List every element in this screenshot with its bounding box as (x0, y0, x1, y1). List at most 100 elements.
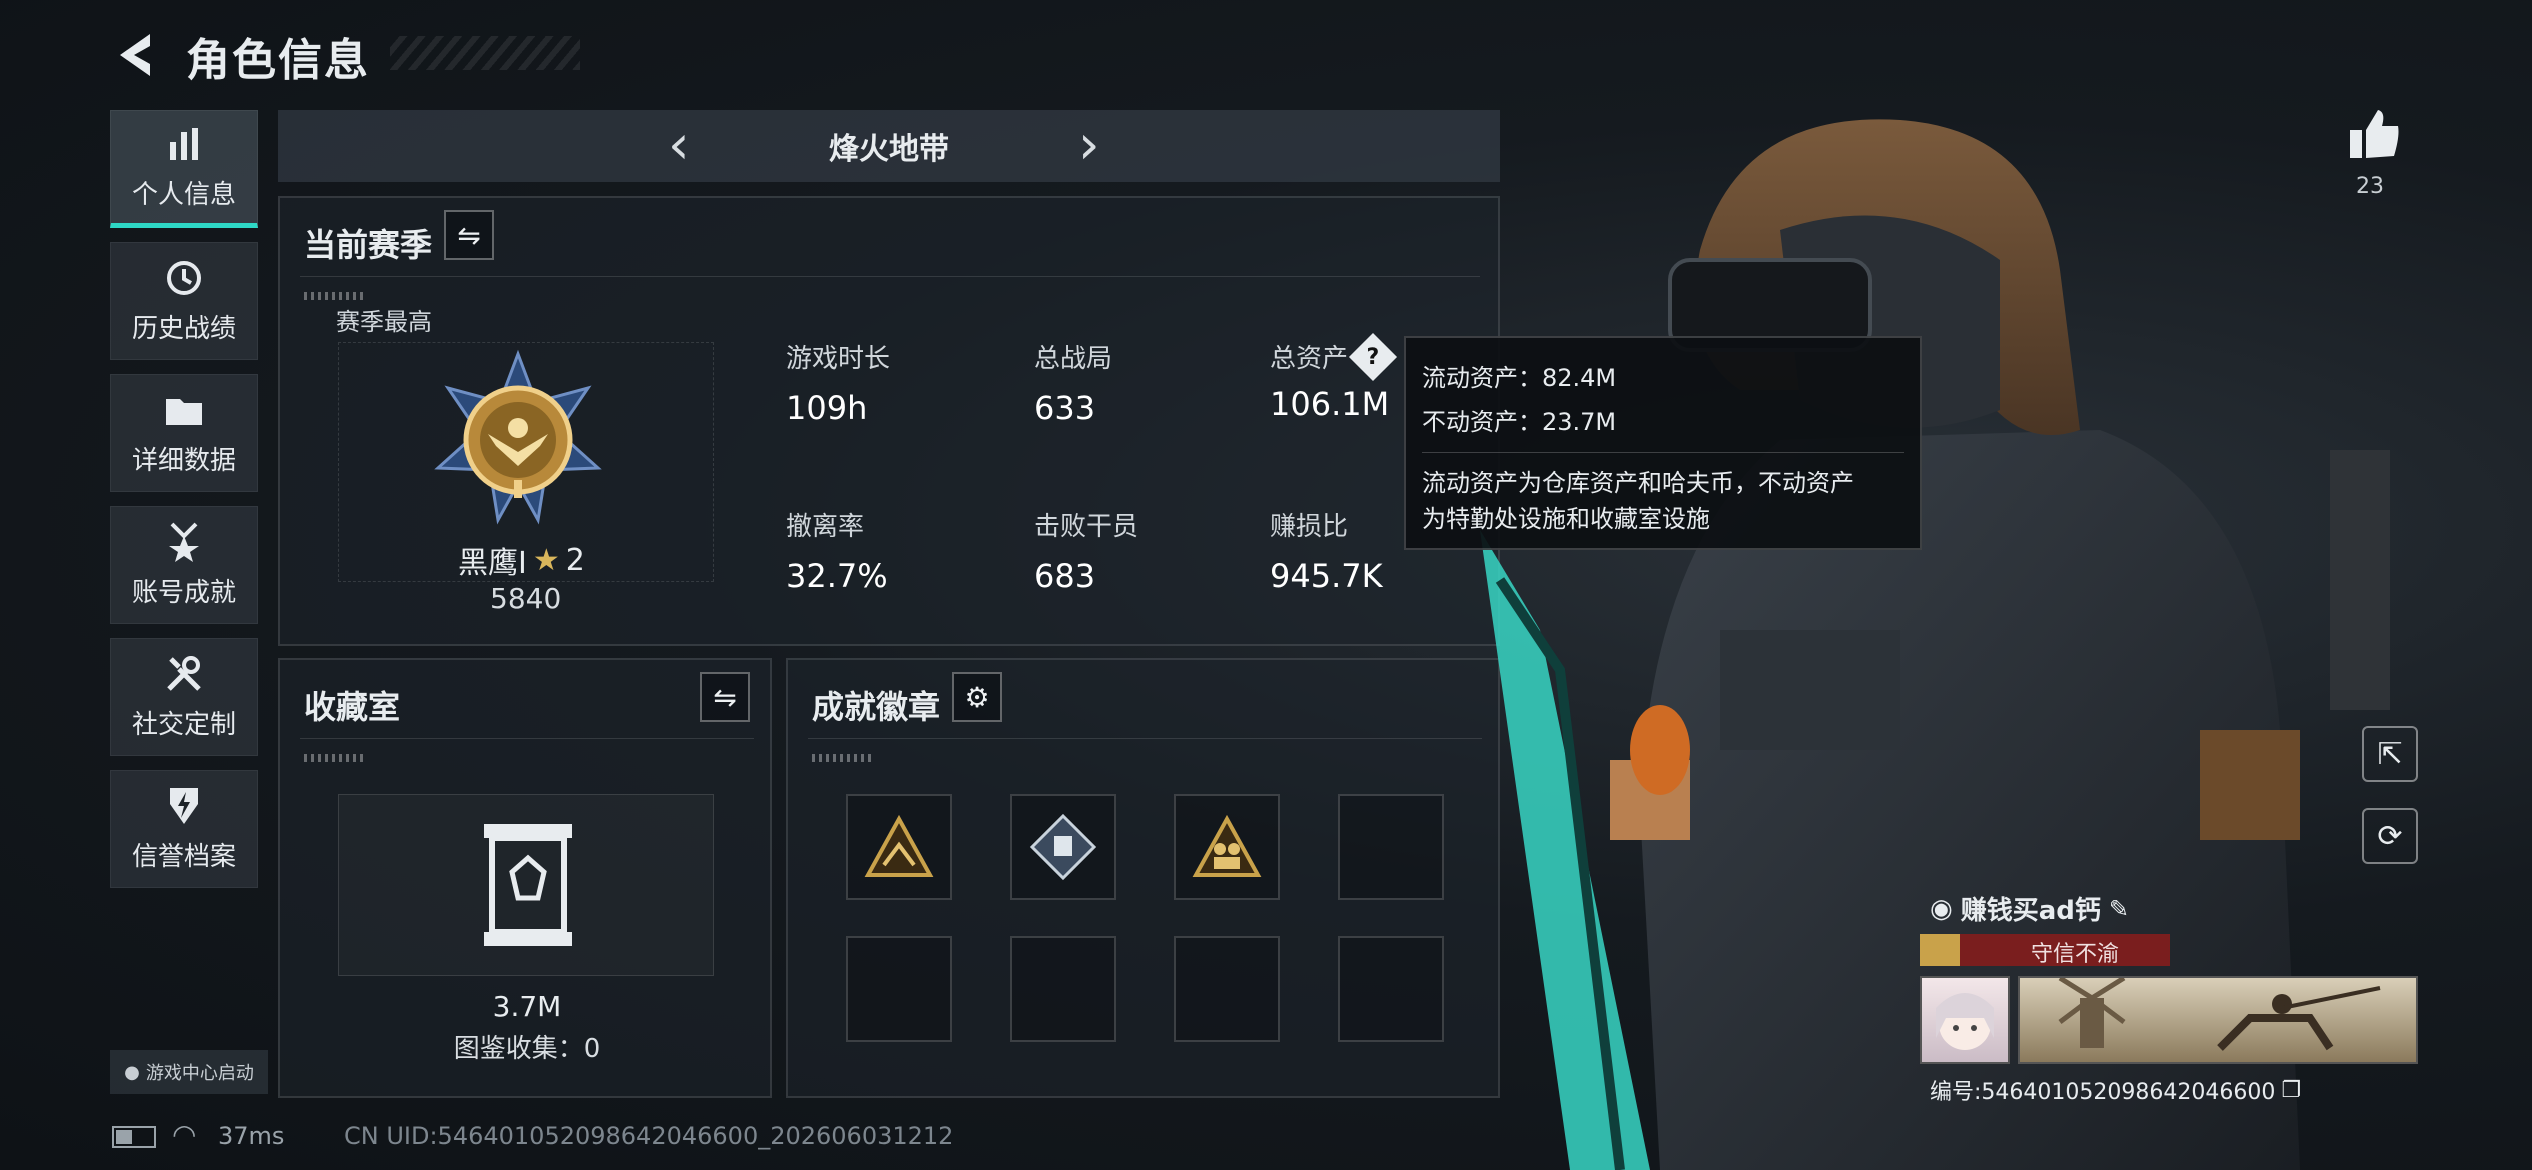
ping-value: 37ms (218, 1122, 285, 1150)
tooltip-description-line2: 为特勤处设施和收藏室设施 (1422, 505, 1710, 533)
help-icon[interactable]: ? (1348, 332, 1398, 381)
stat-total-matches: 总战局 633 (1034, 338, 1112, 427)
diamond-device-badge-icon (1029, 813, 1097, 881)
badge-slot-empty[interactable] (1174, 936, 1280, 1042)
rank-score: 5840 (490, 582, 562, 615)
sidebar-item-label: 历史战绩 (131, 313, 236, 344)
sidebar-item-label: 社交定制 (131, 709, 236, 740)
copy-icon[interactable]: ❐ (2281, 1078, 2301, 1103)
reputation-badge: 守信不渝 (1920, 934, 2170, 967)
stat-profit-loss-ratio: 赚损比 945.7K (1270, 506, 1383, 595)
stat-label: 总资产 (1270, 344, 1349, 374)
uid-text: CN UID:546401052098642046600_20260603121… (344, 1122, 954, 1150)
refresh-icon: ⟳ (2377, 818, 2403, 854)
star-icon: ★ (532, 542, 560, 578)
sidebar-item-detailed-data[interactable]: 详细数据 (110, 374, 258, 492)
dots-decoration (304, 292, 364, 300)
badges-title: 成就徽章 (812, 688, 941, 726)
display-case-icon (484, 824, 572, 946)
collection-value: 3.7M (492, 990, 562, 1023)
bar-chart-icon (164, 124, 204, 164)
badge-slot-empty[interactable] (1338, 936, 1444, 1042)
sidebar-item-label: 个人信息 (131, 179, 236, 210)
chevron-left-icon[interactable]: ‹ (668, 118, 690, 172)
badge-slot[interactable] (1174, 794, 1280, 900)
gear-icon: ⚙ (964, 680, 990, 714)
rank-name: 黑鹰I (458, 546, 527, 581)
divider (808, 738, 1482, 739)
sidebar-item-history[interactable]: 历史战绩 (110, 242, 258, 360)
dots-decoration (812, 754, 872, 762)
badge-slot[interactable] (1010, 794, 1116, 900)
page-title: 角色信息 (186, 35, 370, 86)
season-best-label: 赛季最高 (336, 308, 432, 336)
sidebar-item-label: 详细数据 (131, 445, 236, 476)
share-icon: ⇱ (2377, 736, 2403, 772)
badge-slot[interactable] (846, 794, 952, 900)
dots-decoration (304, 754, 364, 762)
badge-slot-empty[interactable] (1338, 794, 1444, 900)
user-icon: ● (124, 1061, 140, 1083)
collection-panel: 收藏室 ⇋ 3.7M 图鉴收集：0 (278, 658, 772, 1098)
player-banner[interactable] (2018, 975, 2418, 1064)
medal-icon (164, 522, 204, 562)
history-clock-icon (164, 258, 204, 298)
collection-title: 收藏室 (304, 688, 401, 726)
stat-label: 游戏时长 (786, 344, 891, 374)
swap-icon: ⇋ (457, 218, 481, 252)
sidebar-item-label: 账号成就 (131, 577, 236, 608)
badge-slot-empty[interactable] (846, 936, 952, 1042)
sidebar-item-social[interactable]: 社交定制 (110, 638, 258, 756)
tooltip-divider (1422, 452, 1904, 453)
stat-value: 633 (1034, 389, 1096, 427)
swap-icon: ⇋ (713, 680, 737, 714)
edit-icon[interactable]: ✎ (2109, 895, 2129, 923)
rotate-button[interactable]: ⟳ (2362, 808, 2418, 864)
wrench-screwdriver-icon (164, 654, 204, 694)
stat-label: 撤离率 (786, 512, 865, 542)
swap-button[interactable]: ⇋ (700, 672, 750, 722)
game-center-launch-button[interactable]: ● 游戏中心启动 (110, 1050, 268, 1094)
stat-value: 32.7% (786, 557, 888, 595)
thumbs-up-icon (2350, 110, 2399, 158)
avatar-face-icon (1936, 993, 1994, 1050)
back-arrow-icon (120, 34, 150, 76)
catalog-count: 图鉴收集：0 (453, 1034, 601, 1064)
mode-selector: ‹ 烽火地带 › (278, 110, 1500, 182)
like-button[interactable] (2346, 106, 2410, 170)
player-id-row: 编号:546401052098642046600 ❐ (1930, 1074, 2301, 1106)
reputation-label: 守信不渝 (2030, 942, 2119, 967)
tooltip-fixed-assets: 不动资产：23.7M (1422, 408, 1617, 436)
divider (300, 276, 1480, 277)
tooltip-liquid-assets: 流动资产：82.4M (1422, 364, 1617, 392)
mode-label: 烽火地带 (829, 132, 949, 167)
sidebar-item-personal-info[interactable]: 个人信息 (110, 110, 258, 228)
stat-label: 击败干员 (1034, 512, 1139, 542)
stat-value: 109h (786, 389, 868, 427)
back-button[interactable] (112, 30, 156, 80)
stat-value: 683 (1034, 557, 1096, 595)
stat-total-assets: 总资产 ? 106.1M (1270, 332, 1398, 423)
player-name: 赚钱买ad钙 (1960, 896, 2101, 926)
achievement-badges-panel: 成就徽章 ⚙ (786, 658, 1500, 1098)
sidebar-item-credit[interactable]: 信誉档案 (110, 770, 258, 888)
badge-slot-empty[interactable] (1010, 936, 1116, 1042)
stat-value: 945.7K (1270, 557, 1383, 595)
rank-name-row: 黑鹰I ★ 2 (458, 538, 585, 582)
triangle-hands-badge-icon (864, 815, 934, 877)
stat-label: 赚损比 (1270, 512, 1349, 542)
stat-playtime: 游戏时长 109h (786, 338, 890, 427)
stat-label: 总战局 (1034, 344, 1113, 374)
avatar[interactable] (1920, 976, 2010, 1064)
rank-stars: 2 (565, 542, 585, 578)
sidebar-item-achievements[interactable]: 账号成就 (110, 506, 258, 624)
swap-button[interactable]: ⇋ (444, 210, 494, 260)
settings-button[interactable]: ⚙ (952, 672, 1002, 722)
location-icon: ◉ (1930, 893, 1953, 924)
share-button[interactable]: ⇱ (2362, 726, 2418, 782)
chevron-right-icon[interactable]: › (1078, 118, 1100, 172)
triangle-soldiers-badge-icon (1192, 815, 1262, 877)
like-count: 23 (2356, 174, 2384, 199)
tooltip-description-line1: 流动资产为仓库资产和哈夫币，不动资产 (1422, 469, 1854, 497)
divider (300, 738, 754, 739)
